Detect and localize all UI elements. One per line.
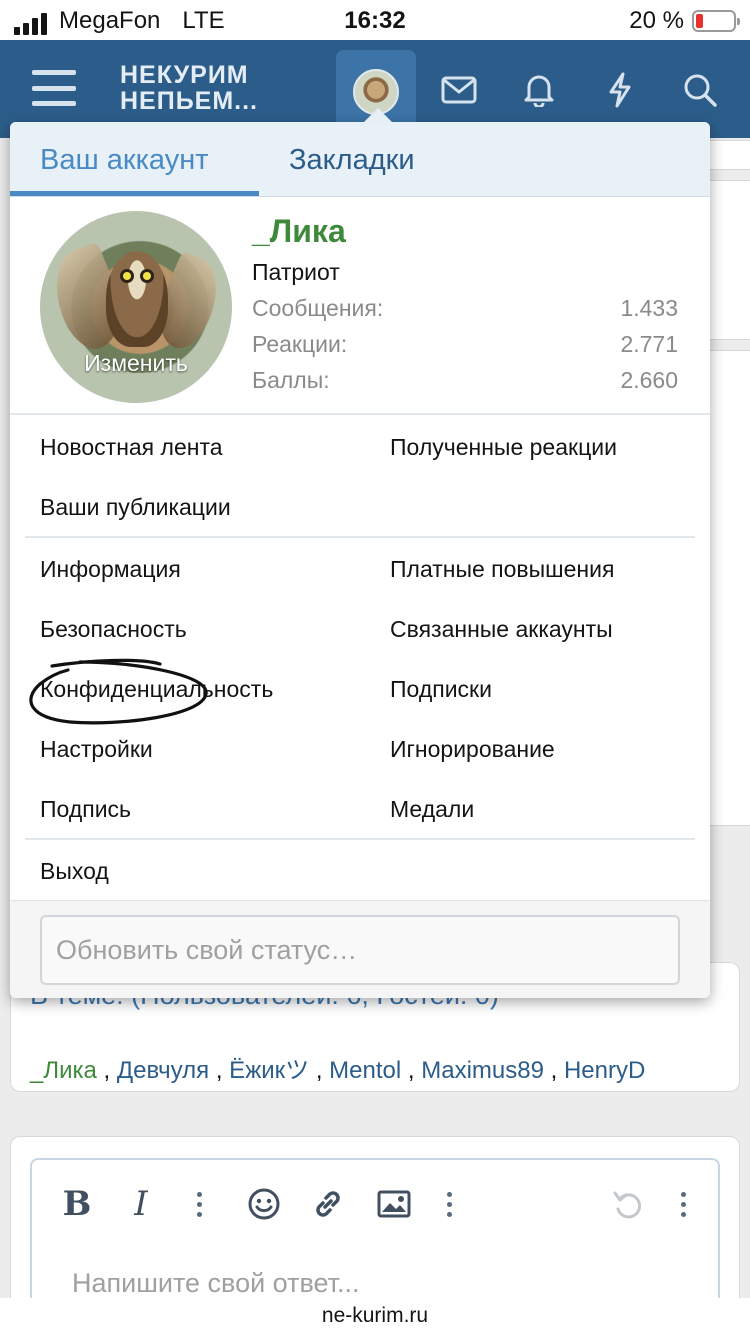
smiley-icon [248, 1188, 280, 1220]
hamburger-menu-icon[interactable] [32, 70, 76, 106]
status-right: 20 % [629, 7, 740, 35]
insert-link-button[interactable] [310, 1182, 346, 1226]
more-vertical-icon [446, 1191, 452, 1217]
search-button[interactable] [660, 50, 740, 130]
user-link[interactable]: Maximus89 [421, 1057, 544, 1084]
bell-icon [524, 75, 554, 107]
link-logout[interactable]: Выход [40, 858, 109, 885]
status-input[interactable] [40, 915, 680, 985]
link-paid-upgrades[interactable]: Платные повышения [390, 556, 614, 583]
link-security[interactable]: Безопасность [40, 616, 187, 643]
stat-reactions: Реакции: 2.771 [252, 331, 678, 358]
messages-button[interactable] [419, 50, 499, 130]
battery-percent: 20 % [629, 7, 684, 34]
search-icon [684, 74, 717, 107]
browser-address-bar[interactable]: ne-kurim.ru [0, 1298, 750, 1334]
image-icon [377, 1190, 411, 1218]
menu-divider [25, 838, 695, 840]
link-news-feed[interactable]: Новостная лента [40, 434, 223, 461]
undo-icon [613, 1191, 642, 1219]
user-link[interactable]: Девчуля [117, 1057, 209, 1084]
menu-pointer [364, 108, 392, 122]
stat-messages: Сообщения: 1.433 [252, 295, 678, 322]
link-your-publications[interactable]: Ваши публикации [40, 494, 231, 521]
emoji-button[interactable] [246, 1182, 282, 1226]
site-logo[interactable]: НЕКУРИМ НЕПЬЕМ... [120, 62, 258, 114]
stat-value: 2.771 [620, 331, 678, 357]
link-icon [316, 1191, 340, 1217]
logo-line-1: НЕКУРИМ [120, 61, 249, 89]
avatar-large[interactable]: Изменить [40, 211, 232, 403]
active-tab-indicator [10, 191, 259, 196]
logo-line-2: НЕПЬЕМ... [120, 87, 259, 115]
profile-summary: Изменить _Лика Патриот Сообщения: 1.433 … [10, 197, 710, 415]
stat-label: Сообщения: [252, 295, 384, 321]
tab-bookmarks[interactable]: Закладки [289, 144, 415, 177]
link-information[interactable]: Информация [40, 556, 181, 583]
user-link[interactable]: Mentol [329, 1057, 401, 1084]
change-avatar-label: Изменить [84, 350, 188, 376]
username[interactable]: _Лика [252, 213, 346, 250]
italic-button[interactable]: I [126, 1182, 156, 1226]
menu-divider [25, 536, 695, 538]
reply-placeholder[interactable]: Напишите свой ответ... [72, 1268, 360, 1299]
link-privacy[interactable]: Конфиденциальность [40, 676, 273, 703]
link-subscriptions[interactable]: Подписки [390, 676, 492, 703]
battery-icon [692, 10, 740, 32]
more-text-options-button[interactable] [192, 1182, 206, 1226]
undo-button[interactable] [610, 1182, 644, 1226]
stat-label: Реакции: [252, 331, 348, 357]
whats-new-button[interactable] [580, 50, 660, 130]
bold-button[interactable]: B [62, 1182, 92, 1226]
stat-label: Баллы: [252, 367, 330, 393]
link-connected-accounts[interactable]: Связанные аккаунты [390, 616, 613, 643]
account-menu: Ваш аккаунт Закладки Изменить _Лика Патр… [10, 122, 710, 998]
stat-points: Баллы: 2.660 [252, 367, 678, 394]
lightning-icon [609, 72, 631, 108]
link-signature[interactable]: Подпись [40, 796, 131, 823]
link-medals[interactable]: Медали [390, 796, 474, 823]
link-settings[interactable]: Настройки [40, 736, 153, 763]
site-domain: ne-kurim.ru [321, 1304, 429, 1327]
status-bar: MegaFon LTE 16:32 20 % [0, 0, 750, 40]
stat-value: 2.660 [620, 367, 678, 393]
insert-image-button[interactable] [376, 1182, 412, 1226]
online-users-list: _Лика , Девчуля , Ёжикツ , Mentol , Maxim… [30, 1057, 646, 1084]
user-link[interactable]: HenryD [564, 1057, 645, 1084]
more-vertical-icon [680, 1191, 686, 1217]
menu-tabs: Ваш аккаунт Закладки [10, 122, 710, 197]
more-insert-options-button[interactable] [442, 1182, 456, 1226]
link-ignoring[interactable]: Игнорирование [390, 736, 555, 763]
notifications-button[interactable] [499, 50, 579, 130]
more-vertical-icon [196, 1191, 202, 1217]
user-title: Патриот [252, 259, 340, 285]
link-received-reactions[interactable]: Полученные реакции [390, 434, 617, 461]
tab-your-account[interactable]: Ваш аккаунт [40, 144, 209, 177]
user-link[interactable]: Ёжикツ [229, 1057, 309, 1084]
status-update-area [10, 900, 710, 998]
stat-value: 1.433 [620, 295, 678, 321]
envelope-icon [441, 76, 477, 104]
user-link[interactable]: _Лика [30, 1057, 97, 1084]
more-editor-options-button[interactable] [676, 1182, 690, 1226]
